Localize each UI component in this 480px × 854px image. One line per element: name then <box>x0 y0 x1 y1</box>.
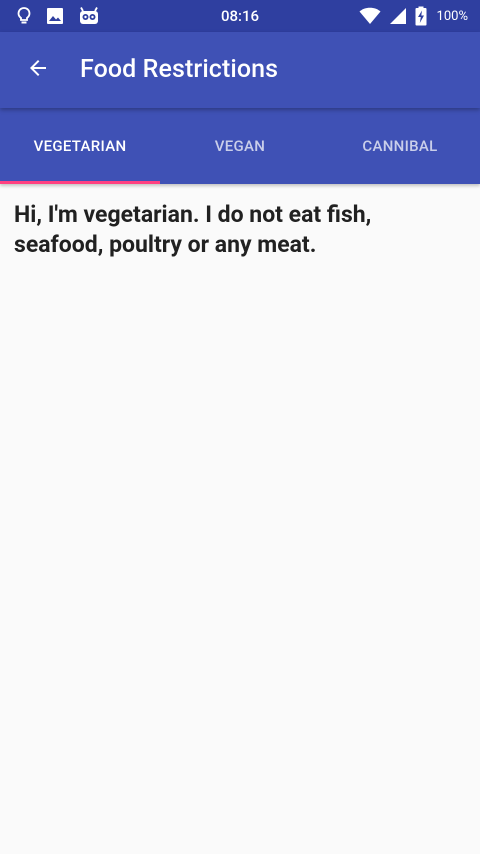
battery-charging-icon <box>415 6 427 26</box>
back-button[interactable] <box>18 50 58 90</box>
arrow-back-icon <box>26 56 50 84</box>
content-area: Hi, I'm vegetarian. I do not eat fish, s… <box>14 200 466 260</box>
page-title: Food Restrictions <box>80 55 279 84</box>
tab-cannibal[interactable]: CANNIBAL <box>320 108 480 184</box>
tab-vegetarian[interactable]: VEGETARIAN <box>0 108 160 184</box>
app-bar: Food Restrictions <box>0 32 480 108</box>
restriction-description: Hi, I'm vegetarian. I do not eat fish, s… <box>14 201 372 258</box>
status-bar: 08:16 100% <box>0 0 480 32</box>
status-right-icons: 100% <box>359 6 468 26</box>
tab-bar: VEGETARIAN VEGAN CANNIBAL <box>0 108 480 184</box>
battery-percent: 100% <box>436 8 468 24</box>
cell-signal-icon <box>389 7 407 25</box>
wifi-icon <box>359 7 381 25</box>
tab-vegan[interactable]: VEGAN <box>160 108 320 184</box>
tab-indicator <box>0 181 160 184</box>
